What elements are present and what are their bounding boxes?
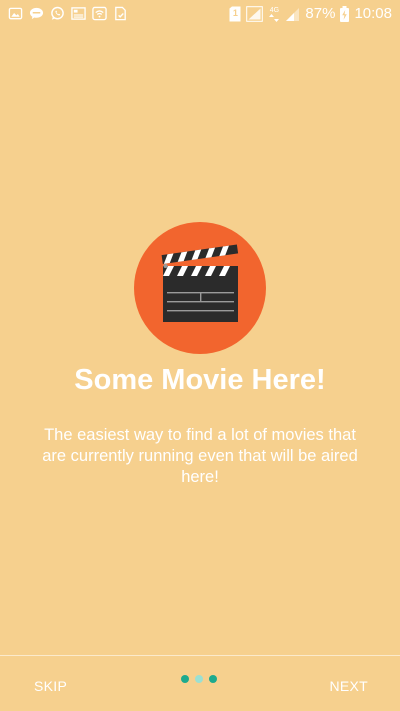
chat-icon [29, 7, 44, 20]
signal-icon [246, 6, 264, 22]
signal-strength-icon [286, 7, 300, 21]
skip-button[interactable]: SKIP [22, 670, 79, 702]
onboarding-screen: 1 4G 87% 10:08 Some Movie Here! The easi… [0, 0, 400, 711]
network-indicator: 4G [268, 7, 280, 22]
page-title: Some Movie Here! [74, 364, 326, 396]
document-icon [115, 6, 126, 21]
battery-percent: 87% [305, 5, 336, 22]
bottom-divider [0, 655, 400, 656]
page-indicator [181, 675, 217, 683]
clapperboard-icon [134, 222, 266, 354]
wifi-box-icon [92, 6, 107, 21]
sim-label: 1 [232, 8, 238, 18]
next-button[interactable]: NEXT [317, 670, 380, 702]
page-dot-2-active[interactable] [195, 675, 203, 683]
clock: 10:08 [354, 5, 392, 22]
page-dot-1[interactable] [181, 675, 189, 683]
notification-icons [8, 6, 128, 21]
battery-charging-icon [340, 6, 350, 22]
photo-icon [71, 7, 86, 20]
whatsapp-icon [51, 6, 64, 20]
gallery-icon [8, 7, 23, 20]
data-arrows-icon [269, 13, 280, 22]
hero-illustration [134, 222, 266, 354]
status-bar: 1 4G 87% 10:08 [0, 0, 400, 30]
sim-indicator: 1 [229, 6, 241, 22]
page-description: The easiest way to find a lot of movies … [42, 426, 358, 486]
system-status: 1 4G 87% 10:08 [229, 5, 392, 23]
page-dot-3[interactable] [209, 675, 217, 683]
network-label: 4G [269, 6, 280, 14]
